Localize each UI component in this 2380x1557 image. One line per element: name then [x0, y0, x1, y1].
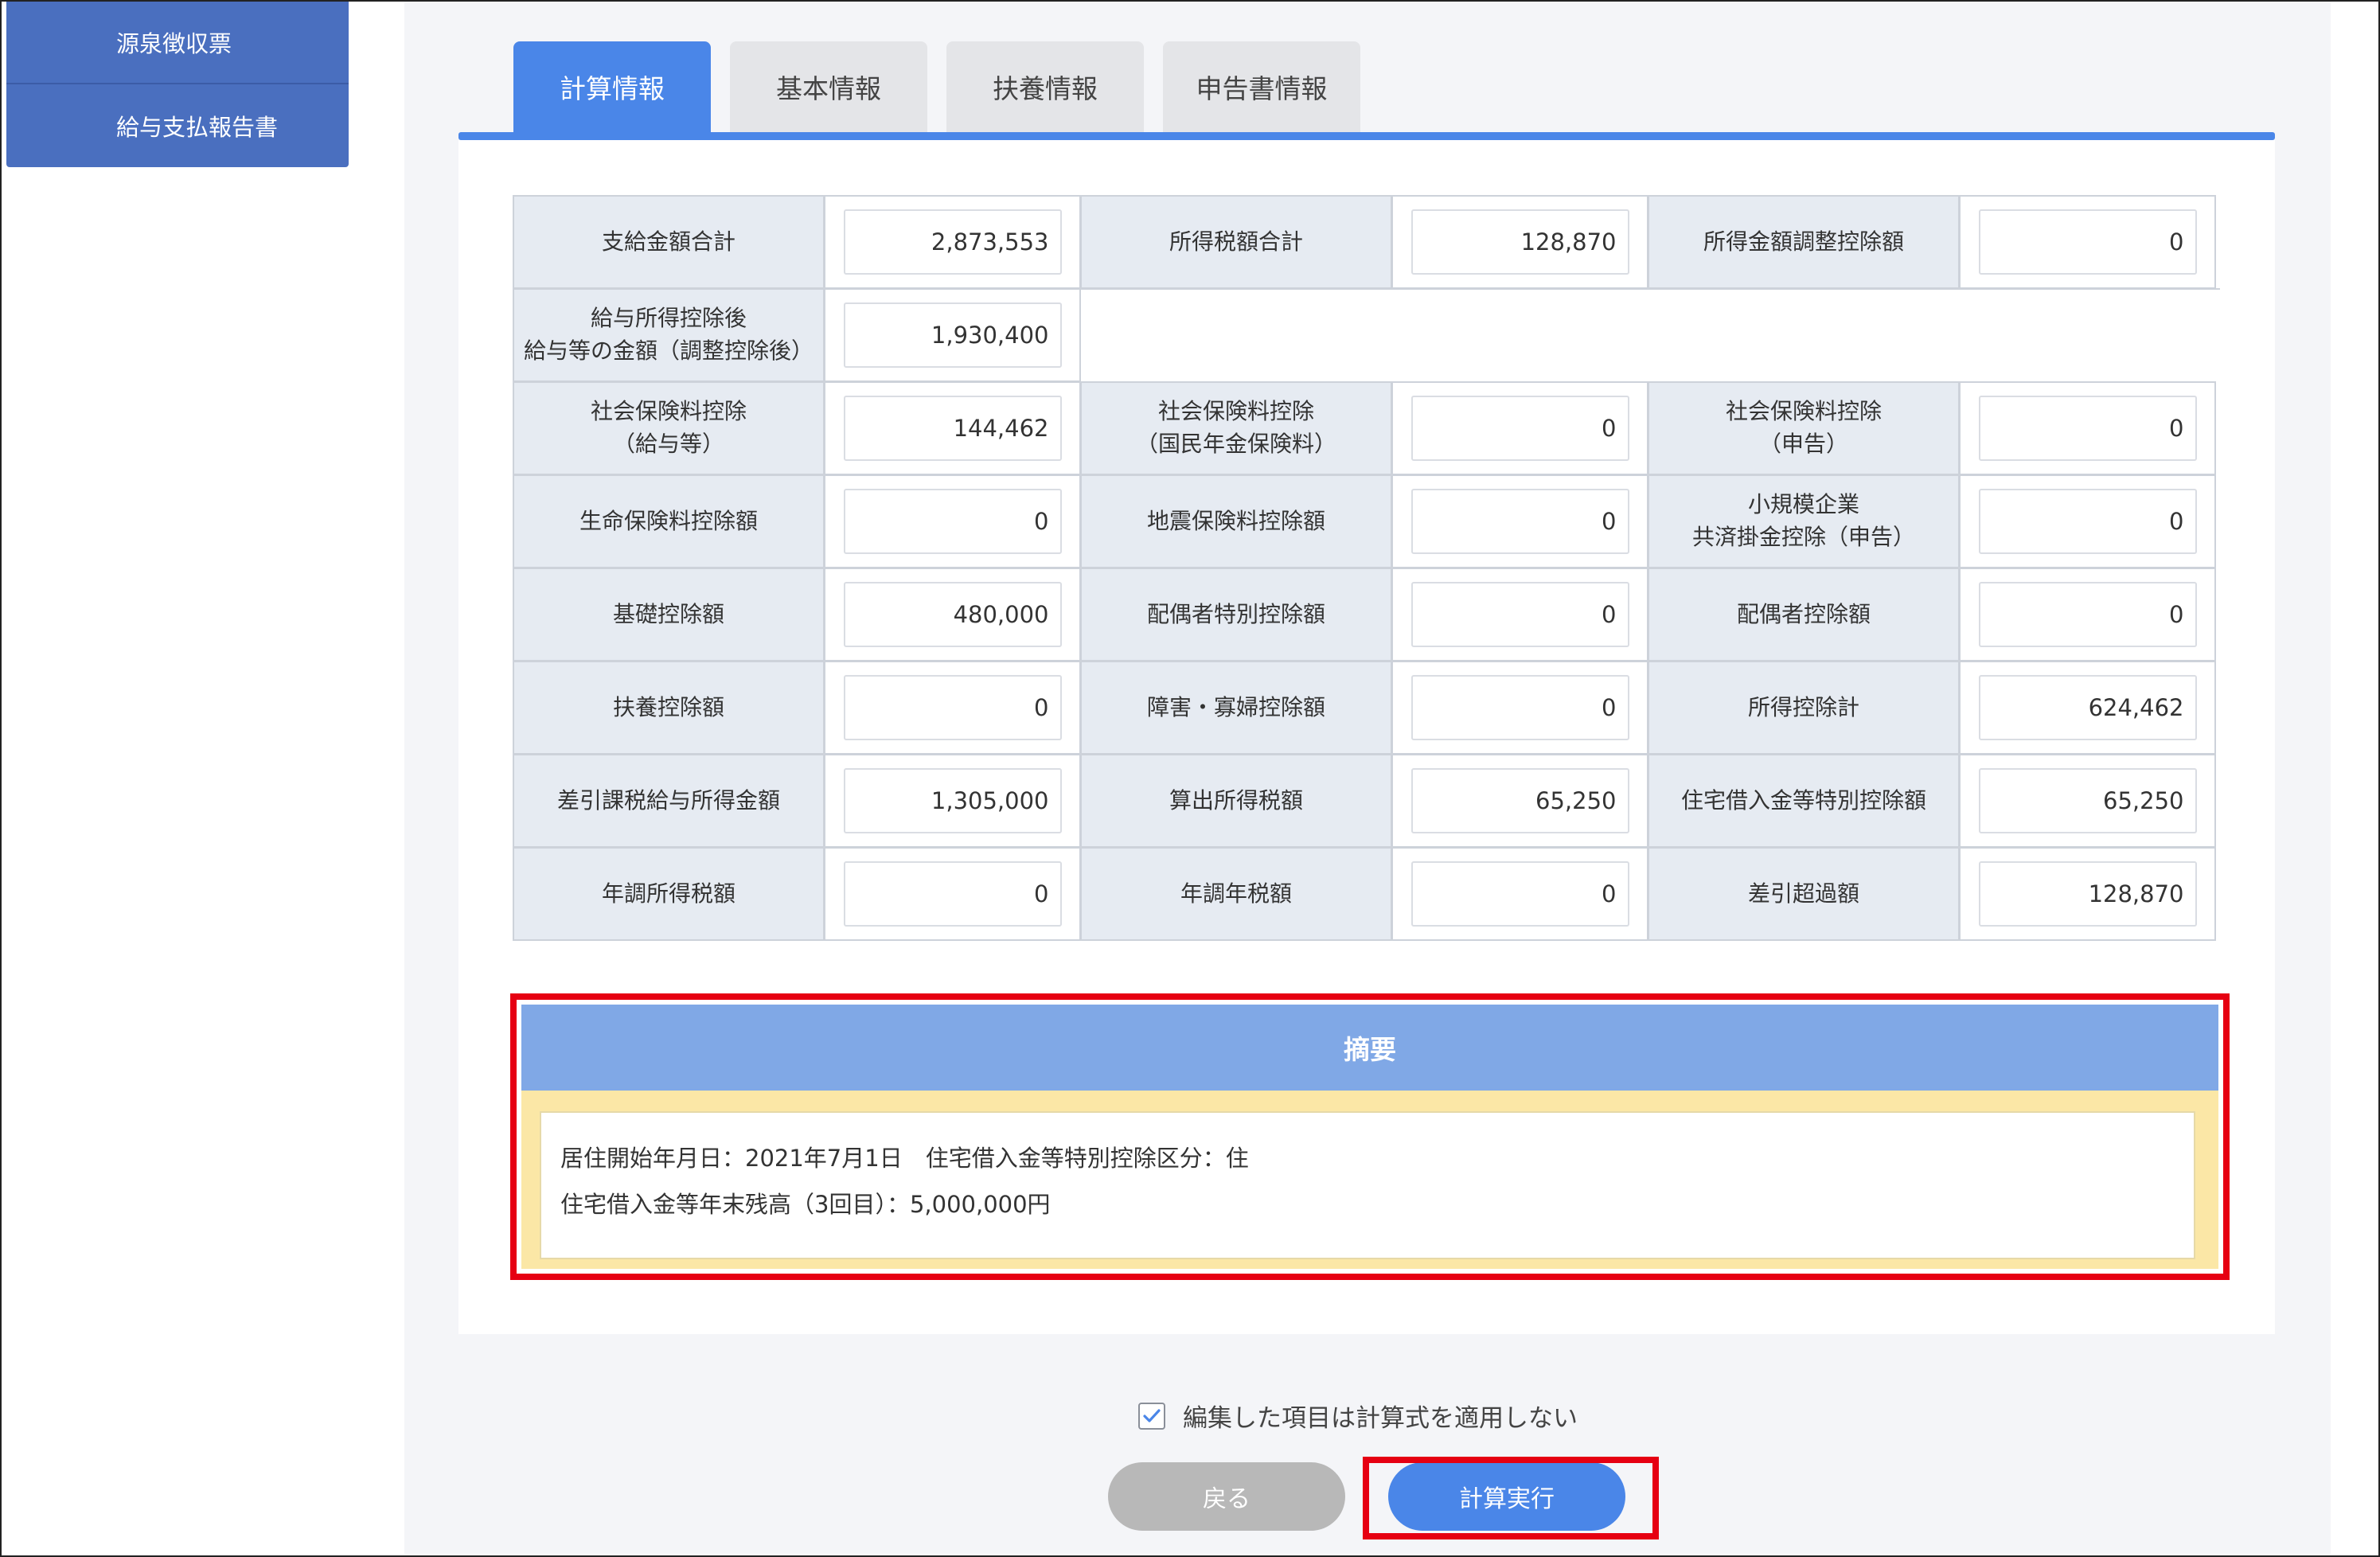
adjusted-annual-tax-input[interactable]: 0: [1411, 861, 1629, 927]
field-label: 障害・寡婦控除額: [1080, 661, 1392, 755]
field-label: 扶養控除額: [513, 661, 825, 755]
field-label: 所得金額調整控除額: [1648, 195, 1960, 289]
social-insurance-pension-input[interactable]: 0: [1411, 396, 1629, 461]
tab-label: 基本情報: [776, 68, 881, 106]
back-button[interactable]: 戻る: [1108, 1462, 1345, 1531]
small-business-mutual-aid-input[interactable]: 0: [1979, 489, 2197, 554]
calculation-table: 支給金額合計 2,873,553 所得税額合計 128,870 所得金額調整控除…: [513, 196, 2220, 941]
excess-amount-input[interactable]: 128,870: [1979, 861, 2197, 927]
dependent-deduction-input[interactable]: 0: [844, 675, 1062, 740]
tab-calculation-info[interactable]: 計算情報: [513, 41, 711, 132]
execute-button-highlight-box: [1363, 1457, 1659, 1539]
no-formula-option: 編集した項目は計算式を適用しない: [1138, 1398, 1578, 1434]
field-label: 差引超過額: [1648, 847, 1960, 941]
field-label: 住宅借入金等特別控除額: [1648, 754, 1960, 848]
table-row: 基礎控除額 480,000 配偶者特別控除額 0 配偶者控除額 0: [513, 568, 2220, 661]
sidebar-item-label: 源泉徴収票: [116, 25, 232, 59]
sidebar-item-withholding-slip[interactable]: 源泉徴収票: [6, 2, 349, 84]
total-income-tax-input[interactable]: 128,870: [1411, 209, 1629, 275]
disability-widow-deduction-input[interactable]: 0: [1411, 675, 1629, 740]
total-income-deduction-input[interactable]: 624,462: [1979, 675, 2197, 740]
summary-highlight-box: [510, 993, 2230, 1280]
field-label: 配偶者特別控除額: [1080, 568, 1392, 661]
field-label: 小規模企業 共済掛金控除（申告）: [1648, 474, 1960, 568]
field-label: 基礎控除額: [513, 568, 825, 661]
basic-deduction-input[interactable]: 480,000: [844, 582, 1062, 647]
tab-label: 申告書情報: [1196, 68, 1328, 106]
field-label: 配偶者控除額: [1648, 568, 1960, 661]
field-label: 所得税額合計: [1080, 195, 1392, 289]
field-label: 所得控除計: [1648, 661, 1960, 755]
field-label: 地震保険料控除額: [1080, 474, 1392, 568]
field-label: 算出所得税額: [1080, 754, 1392, 848]
field-label: 年調所得税額: [513, 847, 825, 941]
life-insurance-deduction-input[interactable]: 0: [844, 489, 1062, 554]
checkbox-label: 編集した項目は計算式を適用しない: [1183, 1398, 1578, 1434]
tab-dependent-info[interactable]: 扶養情報: [946, 41, 1144, 132]
table-row: 差引課税給与所得金額 1,305,000 算出所得税額 65,250 住宅借入金…: [513, 755, 2220, 848]
table-row: 年調所得税額 0 年調年税額 0 差引超過額 128,870: [513, 848, 2220, 941]
field-label: 給与所得控除後 給与等の金額（調整控除後）: [513, 288, 825, 382]
tab-label: 計算情報: [560, 68, 665, 106]
sidebar: 源泉徴収票 給与支払報告書: [6, 2, 349, 167]
field-label: 社会保険料控除 （給与等）: [513, 381, 825, 475]
table-row: 生命保険料控除額 0 地震保険料控除額 0 小規模企業 共済掛金控除（申告） 0: [513, 475, 2220, 568]
check-icon: [1141, 1406, 1162, 1426]
field-label: 支給金額合計: [513, 195, 825, 289]
tab-bar: 計算情報 基本情報 扶養情報 申告書情報: [513, 41, 1360, 132]
field-label: 年調年税額: [1080, 847, 1392, 941]
field-label: 差引課税給与所得金額: [513, 754, 825, 848]
sidebar-item-label: 給与支払報告書: [116, 109, 278, 142]
spouse-special-deduction-input[interactable]: 0: [1411, 582, 1629, 647]
table-row: 給与所得控除後 給与等の金額（調整控除後） 1,930,400: [513, 289, 2220, 382]
social-insurance-salary-input[interactable]: 144,462: [844, 396, 1062, 461]
no-formula-checkbox[interactable]: [1138, 1403, 1165, 1430]
total-payment-input[interactable]: 2,873,553: [844, 209, 1062, 275]
table-row: 社会保険料控除 （給与等） 144,462 社会保険料控除 （国民年金保険料） …: [513, 382, 2220, 475]
tab-label: 扶養情報: [993, 68, 1098, 106]
salary-after-deduction-input[interactable]: 1,930,400: [844, 302, 1062, 368]
adjusted-income-tax-input[interactable]: 0: [844, 861, 1062, 927]
calculated-income-tax-input[interactable]: 65,250: [1411, 768, 1629, 833]
table-row: 支給金額合計 2,873,553 所得税額合計 128,870 所得金額調整控除…: [513, 196, 2220, 289]
field-label: 生命保険料控除額: [513, 474, 825, 568]
tab-basic-info[interactable]: 基本情報: [730, 41, 927, 132]
social-insurance-declared-input[interactable]: 0: [1979, 396, 2197, 461]
income-adjustment-deduction-input[interactable]: 0: [1979, 209, 2197, 275]
tab-declaration-info[interactable]: 申告書情報: [1163, 41, 1360, 132]
field-label: 社会保険料控除 （申告）: [1648, 381, 1960, 475]
earthquake-insurance-deduction-input[interactable]: 0: [1411, 489, 1629, 554]
sidebar-item-salary-payment-report[interactable]: 給与支払報告書: [6, 84, 349, 167]
spouse-deduction-input[interactable]: 0: [1979, 582, 2197, 647]
field-label: 社会保険料控除 （国民年金保険料）: [1080, 381, 1392, 475]
tab-underline: [458, 132, 2275, 140]
taxable-salary-income-input[interactable]: 1,305,000: [844, 768, 1062, 833]
table-row: 扶養控除額 0 障害・寡婦控除額 0 所得控除計 624,462: [513, 661, 2220, 755]
housing-loan-deduction-input[interactable]: 65,250: [1979, 768, 2197, 833]
